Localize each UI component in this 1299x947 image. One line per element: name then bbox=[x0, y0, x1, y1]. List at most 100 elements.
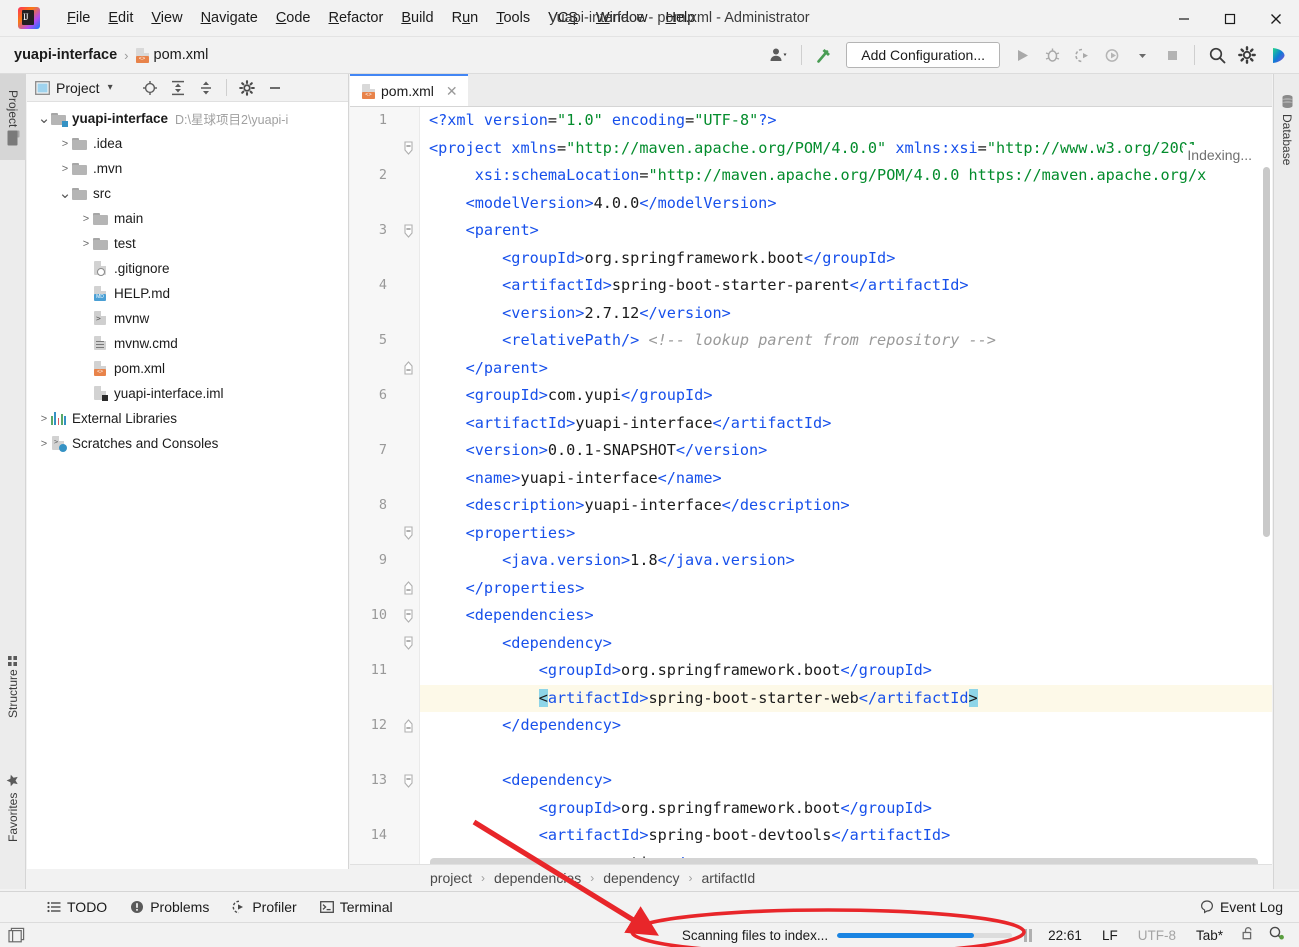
menu-item-code[interactable]: Code bbox=[267, 7, 320, 29]
hide-panel-icon[interactable] bbox=[262, 76, 288, 100]
settings-gear-icon[interactable] bbox=[1233, 42, 1261, 68]
minimize-button[interactable] bbox=[1161, 0, 1207, 37]
code-line[interactable]: <java.version>1.8</java.version> bbox=[420, 547, 1272, 575]
bottom-tab-profiler[interactable]: Profiler bbox=[223, 896, 305, 918]
search-everywhere-icon[interactable] bbox=[1203, 42, 1231, 68]
tree-node-yuapi-interface-iml[interactable]: yuapi-interface.iml bbox=[27, 381, 348, 406]
fold-marker[interactable] bbox=[396, 575, 420, 603]
file-encoding[interactable]: UTF-8 bbox=[1128, 928, 1186, 943]
bottom-tab-todo[interactable]: TODO bbox=[38, 896, 116, 918]
unlocked-icon[interactable] bbox=[1233, 926, 1263, 944]
bottom-tab-terminal[interactable]: Terminal bbox=[311, 896, 402, 918]
code-line[interactable]: <dependency> bbox=[420, 767, 1272, 795]
code-editor[interactable]: 1234567891011121314151617181920212223242… bbox=[350, 107, 1272, 869]
code-line[interactable]: <parent> bbox=[420, 217, 1272, 245]
code-line[interactable]: <groupId>org.springframework.boot</group… bbox=[420, 795, 1272, 823]
editor-vertical-scrollbar[interactable] bbox=[1263, 167, 1270, 537]
menu-item-view[interactable]: View bbox=[142, 7, 191, 29]
chevron-down-icon[interactable]: ⌄ bbox=[37, 111, 51, 126]
fold-markers[interactable] bbox=[396, 107, 420, 869]
code-line[interactable]: <project xmlns="http://maven.apache.org/… bbox=[420, 135, 1272, 163]
user-profile-icon[interactable] bbox=[765, 42, 793, 68]
chevron-right-icon[interactable]: > bbox=[79, 237, 93, 251]
code-line[interactable]: </parent> bbox=[420, 355, 1272, 383]
progress-stop-icon[interactable] bbox=[1024, 928, 1033, 942]
sidebar-item-favorites[interactable]: Favorites bbox=[0, 754, 26, 862]
run-icon[interactable] bbox=[1008, 42, 1036, 68]
menu-item-vcs[interactable]: VCS bbox=[539, 7, 587, 29]
code-line[interactable]: </properties> bbox=[420, 575, 1272, 603]
menu-item-build[interactable]: Build bbox=[392, 7, 442, 29]
inspection-icon[interactable] bbox=[1263, 926, 1291, 944]
code-line[interactable]: <artifactId>spring-boot-devtools</artifa… bbox=[420, 822, 1272, 850]
indent-setting[interactable]: Tab* bbox=[1186, 928, 1233, 943]
code-line[interactable]: xsi:schemaLocation="http://maven.apache.… bbox=[420, 162, 1272, 190]
sidebar-item-structure[interactable]: Structure bbox=[0, 634, 26, 738]
chevron-down-icon[interactable]: ⌄ bbox=[58, 186, 72, 201]
tree-node-main[interactable]: > main bbox=[27, 206, 348, 231]
nav-project-name[interactable]: yuapi-interface bbox=[14, 47, 117, 63]
tree-node-pom-xml[interactable]: <> pom.xml bbox=[27, 356, 348, 381]
code-line[interactable]: </dependency> bbox=[420, 712, 1272, 740]
code-line[interactable]: <version>0.0.1-SNAPSHOT</version> bbox=[420, 437, 1272, 465]
code-line[interactable]: <?xml version="1.0" encoding="UTF-8"?> bbox=[420, 107, 1272, 135]
expand-all-icon[interactable] bbox=[165, 76, 191, 100]
tree-node-mvnw[interactable]: > mvnw bbox=[27, 306, 348, 331]
tab-pom-xml[interactable]: <> pom.xml ✕ bbox=[350, 74, 468, 106]
tree-node-help-md[interactable]: MD HELP.md bbox=[27, 281, 348, 306]
menu-item-window[interactable]: Window bbox=[587, 7, 657, 29]
code-line[interactable]: <artifactId>spring-boot-starter-web</art… bbox=[420, 684, 1272, 712]
menu-item-help[interactable]: Help bbox=[656, 7, 704, 29]
tree-node-yuapi-interface[interactable]: ⌄ yuapi-interface D:\星球项目2\yuapi-i bbox=[27, 106, 348, 131]
code-line[interactable]: <groupId>org.springframework.boot</group… bbox=[420, 245, 1272, 273]
fold-marker[interactable] bbox=[396, 355, 420, 383]
settings-gear-icon[interactable] bbox=[234, 76, 260, 100]
code-line[interactable] bbox=[420, 740, 1272, 768]
collapse-all-icon[interactable] bbox=[193, 76, 219, 100]
breadcrumb-item-dependency[interactable]: dependency bbox=[603, 870, 679, 886]
code-line[interactable]: <groupId>com.yupi</groupId> bbox=[420, 382, 1272, 410]
code-line[interactable]: <relativePath/> <!-- lookup parent from … bbox=[420, 327, 1272, 355]
nav-file-name[interactable]: <> pom.xml bbox=[135, 47, 208, 63]
sidebar-item-project[interactable]: Project bbox=[0, 74, 26, 160]
code-line[interactable]: <dependencies> bbox=[420, 602, 1272, 630]
project-view-dropdown-icon[interactable]: ▾ bbox=[108, 82, 113, 93]
tree-node--mvn[interactable]: > .mvn bbox=[27, 156, 348, 181]
code-line[interactable]: <modelVersion>4.0.0</modelVersion> bbox=[420, 190, 1272, 218]
breadcrumb-item-artifactid[interactable]: artifactId bbox=[702, 870, 756, 886]
locate-target-icon[interactable] bbox=[137, 76, 163, 100]
fold-marker[interactable] bbox=[396, 217, 420, 245]
profile-icon[interactable] bbox=[1098, 42, 1126, 68]
stop-icon[interactable] bbox=[1158, 42, 1186, 68]
tree-node-mvnw-cmd[interactable]: mvnw.cmd bbox=[27, 331, 348, 356]
add-configuration-button[interactable]: Add Configuration... bbox=[846, 42, 1000, 68]
tree-node-test[interactable]: > test bbox=[27, 231, 348, 256]
chevron-right-icon[interactable]: > bbox=[58, 137, 72, 151]
menu-item-edit[interactable]: Edit bbox=[99, 7, 142, 29]
chevron-right-icon[interactable]: > bbox=[37, 412, 51, 426]
maximize-button[interactable] bbox=[1207, 0, 1253, 37]
bottom-tab-problems[interactable]: Problems bbox=[121, 896, 218, 918]
code-line[interactable]: <groupId>org.springframework.boot</group… bbox=[420, 657, 1272, 685]
debug-icon[interactable] bbox=[1038, 42, 1066, 68]
fold-marker[interactable] bbox=[396, 520, 420, 548]
chevron-right-icon[interactable]: > bbox=[79, 212, 93, 226]
code-line[interactable]: <artifactId>spring-boot-starter-parent</… bbox=[420, 272, 1272, 300]
tree-node-external-libraries[interactable]: > External Libraries bbox=[27, 406, 348, 431]
close-button[interactable] bbox=[1253, 0, 1299, 37]
ide-assistant-icon[interactable] bbox=[1263, 42, 1291, 68]
build-hammer-icon[interactable] bbox=[810, 42, 838, 68]
code-line[interactable]: <name>yuapi-interface</name> bbox=[420, 465, 1272, 493]
indexing-progress[interactable]: Scanning files to index... bbox=[682, 928, 1033, 943]
sidebar-item-database[interactable]: Database bbox=[1274, 74, 1299, 186]
fold-marker[interactable] bbox=[396, 602, 420, 630]
menu-item-tools[interactable]: Tools bbox=[487, 7, 539, 29]
fold-marker[interactable] bbox=[396, 630, 420, 658]
menu-item-file[interactable]: File bbox=[58, 7, 99, 29]
breadcrumb-item-dependencies[interactable]: dependencies bbox=[494, 870, 581, 886]
fold-marker[interactable] bbox=[396, 135, 420, 163]
tree-node-scratches-and-consoles[interactable]: > > Scratches and Consoles bbox=[27, 431, 348, 456]
toggle-tool-windows-icon[interactable] bbox=[8, 927, 25, 943]
run-with-coverage-icon[interactable] bbox=[1068, 42, 1096, 68]
chevron-right-icon[interactable]: > bbox=[37, 437, 51, 451]
